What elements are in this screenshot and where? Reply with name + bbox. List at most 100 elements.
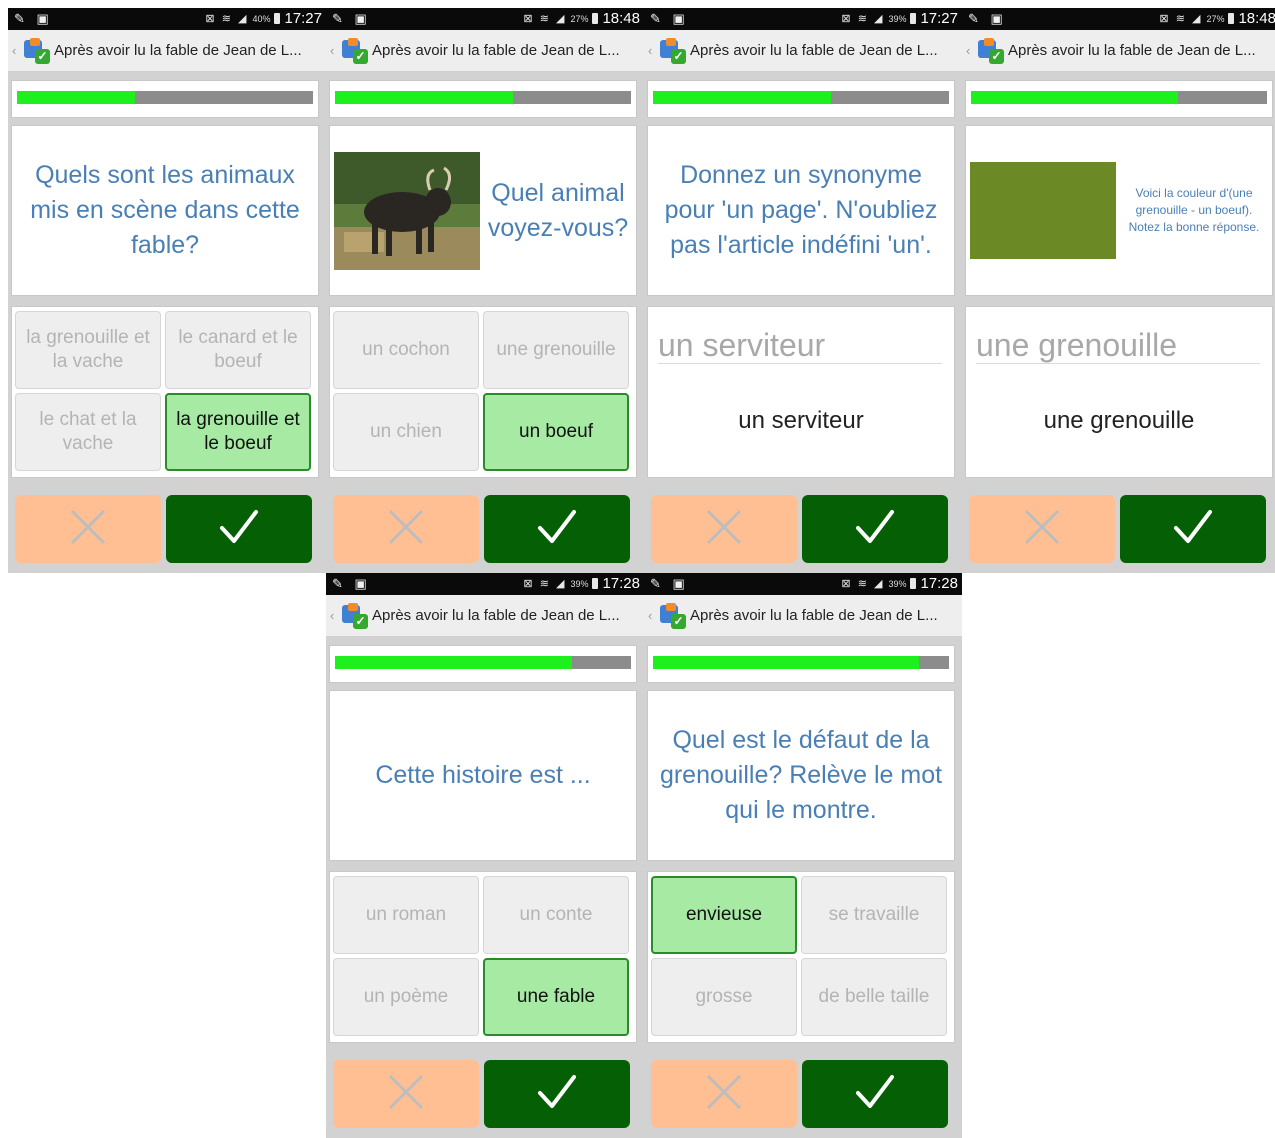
back-chevron-icon[interactable]: ‹ [966,43,976,58]
check-icon [217,507,261,552]
back-chevron-icon[interactable]: ‹ [330,43,340,58]
accept-button[interactable] [802,495,948,563]
answer-option[interactable]: un roman [333,876,479,954]
reject-button[interactable] [15,495,161,563]
action-bar[interactable]: ‹ ✓ Après avoir lu la fable de Jean de L..… [644,30,962,72]
battery-percent: 39% [888,13,907,24]
answer-option[interactable]: une fable [483,958,629,1036]
reject-button[interactable] [333,495,479,563]
answer-option[interactable]: une grenouille [483,311,629,389]
action-bar[interactable]: ‹ ✓ Après avoir lu la fable de Jean de L..… [8,30,326,72]
notification-icons: ✎ ▣ [968,11,1007,26]
back-chevron-icon[interactable]: ‹ [12,43,22,58]
answer-input[interactable]: une grenouille [976,327,1260,364]
answer-option[interactable]: la grenouille et le boeuf [165,393,311,471]
action-bar[interactable]: ‹ ✓ Après avoir lu la fable de Jean de L..… [326,595,644,637]
answer-option[interactable]: se travaille [801,876,947,954]
answer-input[interactable]: un serviteur [658,327,942,364]
answer-option[interactable]: un boeuf [483,393,629,471]
accept-button[interactable] [484,495,630,563]
answer-option[interactable]: un chien [333,393,479,471]
progress-track [653,656,949,669]
typed-answer: une grenouille [1043,407,1195,434]
progress-bar [11,80,319,118]
app-icon: ✓ [660,602,686,629]
app-icon: ✓ [342,602,368,629]
progress-bar [647,80,955,118]
cross-icon [386,1072,426,1117]
status-bar: ✎ ▣ ⊠ ≋ ◢ 27% 18:48 [326,8,644,30]
phone-screen: ✎ ▣ ⊠ ≋ ◢ 40% 17:27 ‹ ✓ Après avoir lu la fabl… [8,8,326,573]
progress-bar [329,645,637,683]
accept-button[interactable] [166,495,312,563]
answer-option[interactable]: le canard et le boeuf [165,311,311,389]
quiz-title: Après avoir lu la fable de Jean de L... [690,607,938,624]
battery-percent: 27% [570,13,589,24]
accept-button[interactable] [484,1060,630,1128]
question-text: Voici la couleur d'(une grenouille - un … [1128,186,1260,234]
phone-screen: ✎ ▣ ⊠ ≋ ◢ 27% 18:48 ‹ ✓ Après avoir lu la fabl… [326,8,644,573]
accept-button[interactable] [1120,495,1266,563]
phone-screen: ✎ ▣ ⊠ ≋ ◢ 39% 17:28 ‹ ✓ Après avoir lu la fabl… [326,573,644,1138]
clock: 17:27 [284,10,322,27]
action-bar[interactable]: ‹ ✓ Après avoir lu la fable de Jean de L..… [326,30,644,72]
quiz-title: Après avoir lu la fable de Jean de L... [372,607,620,624]
cross-icon [704,1072,744,1117]
app-icon: ✓ [978,37,1004,64]
accept-button[interactable] [802,1060,948,1128]
answers-card: un cochon une grenouille un chien un boeuf [329,306,637,478]
answer-option[interactable]: de belle taille [801,958,947,1036]
battery-icon [274,13,281,24]
battery-icon [592,578,599,589]
question-card: Donnez un synonyme pour 'un page'. N'oub… [647,125,955,296]
answer-option[interactable]: envieuse [651,876,797,954]
progress-track [17,91,313,104]
answer-option[interactable]: la grenouille et la vache [15,311,161,389]
check-icon [535,1072,579,1117]
answer-option[interactable]: le chat et la vache [15,393,161,471]
question-text: Cette histoire est ... [375,761,591,789]
status-bar: ✎ ▣ ⊠ ≋ ◢ 39% 17:28 [644,573,962,595]
question-text: Quel est le défaut de la grenouille? Rel… [659,726,943,824]
quiz-title: Après avoir lu la fable de Jean de L... [690,42,938,59]
reject-button[interactable] [651,1060,797,1128]
reject-button[interactable] [969,495,1115,563]
answers-card: une grenouille une grenouille [965,306,1273,478]
status-right: ⊠ ≋ ◢ 39% 17:28 [523,575,640,592]
action-bar[interactable]: ‹ ✓ Après avoir lu la fable de Jean de L..… [962,30,1275,72]
back-chevron-icon[interactable]: ‹ [648,608,658,623]
back-chevron-icon[interactable]: ‹ [648,43,658,58]
status-right: ⊠ ≋ ◢ 27% 18:48 [523,10,640,27]
signal-icons: ⊠ ≋ ◢ [841,578,885,590]
status-bar: ✎ ▣ ⊠ ≋ ◢ 27% 18:48 [962,8,1275,30]
progress-fill [971,91,1178,104]
question-card: Quel animal voyez-vous? [329,125,637,296]
notification-icons: ✎ ▣ [650,11,689,26]
status-bar: ✎ ▣ ⊠ ≋ ◢ 39% 17:28 [326,573,644,595]
check-icon [853,1072,897,1117]
reject-button[interactable] [651,495,797,563]
notification-icons: ✎ ▣ [332,11,371,26]
cross-icon [704,507,744,552]
cross-icon [68,507,108,552]
question-card: Cette histoire est ... [329,690,637,861]
answer-option[interactable]: un cochon [333,311,479,389]
answer-option[interactable]: un poème [333,958,479,1036]
question-card: Quels sont les animaux mis en scène dans… [11,125,319,296]
app-icon: ✓ [24,37,50,64]
battery-percent: 27% [1206,13,1225,24]
answer-option[interactable]: un conte [483,876,629,954]
battery-icon [910,13,917,24]
color-swatch [970,162,1116,259]
answers-card: envieuse se travaille grosse de belle taill… [647,871,955,1043]
quiz-title: Après avoir lu la fable de Jean de L... [54,42,302,59]
progress-bar [647,645,955,683]
status-bar: ✎ ▣ ⊠ ≋ ◢ 39% 17:27 [644,8,962,30]
reject-button[interactable] [333,1060,479,1128]
action-bar[interactable]: ‹ ✓ Après avoir lu la fable de Jean de L..… [644,595,962,637]
signal-icons: ⊠ ≋ ◢ [523,578,567,590]
answer-option[interactable]: grosse [651,958,797,1036]
back-chevron-icon[interactable]: ‹ [330,608,340,623]
battery-icon [910,578,917,589]
app-icon: ✓ [342,37,368,64]
